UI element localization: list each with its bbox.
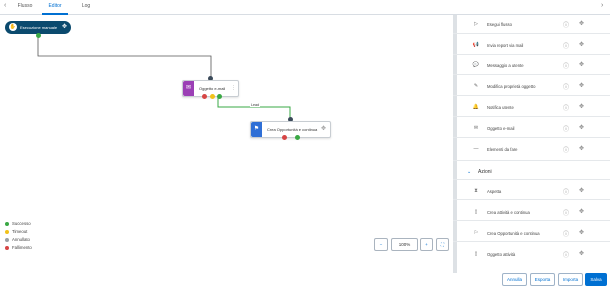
chat-icon: 💬: [472, 62, 480, 68]
legend-item-timeout: Timeout: [5, 229, 27, 234]
info-icon[interactable]: ⓘ: [563, 229, 569, 238]
move-icon[interactable]: ✥: [321, 122, 326, 137]
divider: [453, 179, 610, 180]
section-chevron-icon[interactable]: ⌄: [467, 169, 471, 175]
block-label: Crea attività e continua: [487, 210, 530, 215]
block-label: Messaggio a utente: [487, 63, 524, 68]
info-icon[interactable]: ⓘ: [563, 250, 569, 259]
edit-icon: ✎: [473, 83, 479, 89]
drag-icon[interactable]: ✥: [579, 20, 584, 27]
divider: [453, 241, 610, 242]
drag-icon[interactable]: ✥: [579, 41, 584, 48]
drag-icon[interactable]: ✥: [579, 61, 584, 68]
info-icon[interactable]: ⓘ: [563, 187, 569, 196]
divider: [453, 199, 610, 200]
divider: [453, 95, 610, 96]
block-label: Esegui flusso: [487, 22, 512, 27]
divider: [453, 160, 610, 161]
play-icon: ▷: [474, 21, 478, 27]
bell-icon: 🔔: [472, 104, 480, 110]
legend-dot: [5, 245, 9, 250]
block-label: Elementi da fare: [487, 147, 518, 152]
info-icon[interactable]: ⓘ: [563, 208, 569, 217]
save-button[interactable]: Salva: [585, 273, 607, 286]
forward-chevron-icon[interactable]: ›: [601, 2, 603, 9]
email-success-dot[interactable]: [217, 94, 222, 99]
zoom-level: 100%: [391, 238, 418, 251]
block-label: Oggetto attività: [487, 252, 516, 257]
drag-icon[interactable]: ✥: [579, 82, 584, 89]
edge-label: Lead: [250, 103, 260, 107]
node-menu-icon[interactable]: ⋮: [231, 81, 236, 96]
flag-icon: ⚐: [473, 230, 479, 236]
info-icon[interactable]: ⓘ: [563, 61, 569, 70]
info-icon[interactable]: ⓘ: [563, 124, 569, 133]
block-label: Modifica proprietà oggetto: [487, 84, 536, 89]
fit-screen-button[interactable]: ⛶: [436, 238, 449, 251]
mail-icon: ✉: [183, 81, 194, 96]
zoom-in-button[interactable]: +: [420, 238, 433, 251]
divider: [453, 74, 610, 75]
opp-fail-dot[interactable]: [282, 135, 287, 140]
export-button[interactable]: Esporta: [530, 273, 555, 286]
legend-label: Timeout: [12, 229, 28, 234]
info-icon[interactable]: ⓘ: [563, 145, 569, 154]
flag-icon: ⚑: [251, 122, 262, 137]
email-timeout-dot[interactable]: [210, 94, 215, 99]
divider: [453, 116, 610, 117]
drag-icon[interactable]: ✥: [579, 124, 584, 131]
divider: [453, 54, 610, 55]
drag-icon[interactable]: ✥: [579, 250, 584, 257]
divider: [453, 220, 610, 221]
info-icon[interactable]: ⓘ: [563, 103, 569, 112]
divider: [453, 137, 610, 138]
zoom-out-button[interactable]: −: [374, 238, 388, 251]
legend-label: Successo: [12, 221, 31, 226]
drag-icon[interactable]: ✥: [579, 103, 584, 110]
cancel-button[interactable]: Annulla: [502, 273, 527, 286]
block-label: Crea Opportunità e continua: [487, 231, 540, 236]
connector-email-opp: [217, 98, 291, 119]
block-label: Invia report via mail: [487, 43, 524, 48]
legend-dot: [5, 229, 9, 234]
import-button[interactable]: Importa: [558, 273, 583, 286]
legend-item-success: Successo: [5, 221, 31, 226]
doc-icon: ▯: [474, 209, 478, 215]
drag-icon[interactable]: ✥: [579, 187, 584, 194]
email-fail-dot[interactable]: [202, 94, 207, 99]
megaphone-icon: 📢: [472, 42, 480, 48]
legend-dot: [5, 237, 9, 242]
connector-start-email: [37, 36, 212, 78]
block-label: Aspetta: [487, 189, 502, 194]
info-icon[interactable]: ⓘ: [563, 20, 569, 29]
opportunity-node[interactable]: ⚑ Crea Opportunità e continua ✥: [250, 121, 331, 138]
move-icon[interactable]: ✥: [62, 21, 67, 34]
drag-icon[interactable]: ✥: [579, 208, 584, 215]
drag-icon[interactable]: ✥: [579, 229, 584, 236]
legend-item-cancelled: Annullato: [5, 237, 30, 242]
hourglass-icon: ⧗: [474, 188, 478, 194]
start-output-dot[interactable]: [36, 33, 41, 38]
section-title[interactable]: Azioni: [478, 169, 492, 175]
legend-label: Annullato: [12, 237, 30, 242]
block-label: Oggetto e-mail: [487, 126, 515, 131]
divider: [453, 33, 610, 34]
drag-icon[interactable]: ✥: [579, 145, 584, 152]
legend-item-failure: Fallimento: [5, 245, 32, 250]
doc-icon: ▯: [474, 251, 478, 257]
opp-node-label: Crea Opportunità e continua: [267, 127, 318, 132]
block-label: Notifica utente: [487, 105, 514, 110]
hand-icon: ✋: [9, 23, 17, 31]
mail-icon: ✉: [473, 125, 479, 131]
legend-dot: [5, 221, 9, 226]
dash-icon: —: [473, 146, 479, 152]
opp-success-dot[interactable]: [295, 135, 300, 140]
info-icon[interactable]: ⓘ: [563, 82, 569, 91]
legend-label: Fallimento: [12, 245, 32, 250]
info-icon[interactable]: ⓘ: [563, 41, 569, 50]
